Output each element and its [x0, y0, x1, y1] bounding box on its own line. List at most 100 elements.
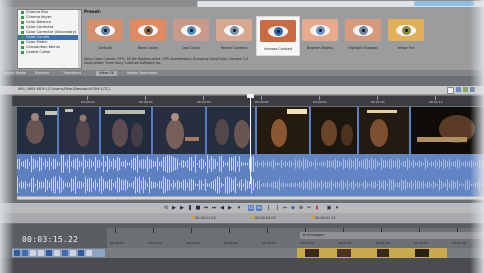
timeline-ruler-label: 00:01:30: [452, 241, 466, 245]
preset-item[interactable]: Warm Colors: [127, 16, 169, 54]
lock-icon: [192, 216, 194, 219]
preset-eye-thumbnail: [130, 19, 166, 41]
selection-start-icon[interactable]: [: [266, 205, 272, 211]
add-to-timeline-icon[interactable]: [456, 87, 461, 92]
tab-video-fx[interactable]: Video FX: [96, 71, 117, 76]
track-fx-icon[interactable]: [14, 250, 20, 256]
plugin-description: Sony Color Curves: OFX, 32-bit floating …: [84, 57, 304, 65]
preset-item[interactable]: Brighten Brights: [299, 16, 341, 54]
trimmer-transport-bar: ⟲ ▶ ▶ ❚ ■ ⏮ ⏭ ◀ ▶ ▾ ▭ ≈ [ ] ⇔ ◆ ⊕ ✂ ▮ ▣ …: [0, 203, 484, 213]
track-mute-icon[interactable]: [30, 250, 36, 256]
loop-region-bar[interactable]: 8 schnappen: [300, 232, 484, 239]
preset-thumbnails: (Default) Warm Colors Cool Colors Reduce Co…: [84, 16, 427, 56]
preset-item[interactable]: Increase Contrast: [256, 16, 300, 56]
track-settings-icon[interactable]: [86, 250, 92, 256]
preset-item[interactable]: Cool Colors: [170, 16, 212, 54]
create-subclip-icon[interactable]: [463, 87, 468, 92]
preset-label: Cool Colors: [181, 46, 200, 50]
marker-icon[interactable]: ▾: [236, 205, 242, 211]
timeline-ruler-tick: [267, 228, 268, 233]
plugin-list[interactable]: Chroma Blur Chroma Keyer Color Balance Colo…: [17, 9, 82, 69]
track-motion-icon[interactable]: [22, 250, 28, 256]
clip-frame: [305, 249, 319, 257]
selection-length-readout: 00:00:41.12: [312, 216, 336, 220]
play-icon[interactable]: ▶: [179, 205, 185, 211]
preset-item[interactable]: Reduce Contrast: [213, 16, 255, 54]
description-line-2: Description: From Sony Creative Software…: [84, 61, 162, 65]
clip-frame: [337, 249, 351, 257]
timeline-video-clip[interactable]: [297, 248, 447, 258]
clip-frame: [415, 249, 429, 257]
timeline-ruler-label: 00:00:20: [186, 241, 200, 245]
preset-eye-thumbnail: [388, 19, 424, 41]
track-expand-icon[interactable]: [54, 250, 60, 256]
preset-item[interactable]: (Default): [84, 16, 126, 54]
snapshot-icon[interactable]: ▣: [326, 205, 332, 211]
tab-transitions[interactable]: Transitions: [60, 71, 84, 76]
preset-eye-thumbnail: [302, 19, 338, 41]
track-level-icon[interactable]: [62, 250, 68, 256]
ruler-label: 00:00:40: [255, 100, 269, 104]
next-frame-icon[interactable]: ▶: [227, 205, 233, 211]
preset-label: Increase Contrast: [263, 47, 293, 51]
track-automation-icon[interactable]: [70, 250, 76, 256]
trimmer-selection-times: 00:00:11.00 00:00:24.00 00:00:41.12: [0, 213, 484, 223]
previous-frame-icon[interactable]: ◀: [219, 205, 225, 211]
trim-icon[interactable]: ✂: [306, 205, 312, 211]
track-solo-icon[interactable]: [38, 250, 44, 256]
audio-only-icon[interactable]: ≈: [256, 205, 262, 211]
left-edge-fade: [0, 0, 14, 273]
timeline-ruler-label: 00:01:20: [414, 241, 428, 245]
add-clip-icon[interactable]: ◆: [290, 205, 296, 211]
apply-button[interactable]: [414, 1, 474, 6]
plugin-icon: [21, 20, 24, 24]
ruler-label: 00:00:50: [313, 100, 327, 104]
trimmer-history-dropdown[interactable]: [447, 87, 454, 94]
timeline-ruler-tick: [115, 228, 116, 233]
trimmer-scroll-thumb[interactable]: [17, 197, 484, 199]
go-to-end-icon[interactable]: ⏭: [211, 205, 217, 211]
plugin-icon: [21, 25, 24, 29]
snap-icon[interactable]: ⇔: [282, 205, 288, 211]
timeline-ruler-label: 00:01:00: [338, 241, 352, 245]
unselected-audio-region: [255, 154, 484, 196]
settings-icon[interactable]: ▾: [334, 205, 340, 211]
tab-media-generators[interactable]: Media Generators: [124, 71, 160, 76]
play-from-start-icon[interactable]: ▶: [171, 205, 177, 211]
ruler-label: 00:01:10: [429, 100, 443, 104]
stop-icon[interactable]: ■: [195, 205, 201, 211]
plugin-icon: [21, 30, 24, 34]
loop-playback-icon[interactable]: ⟲: [163, 205, 169, 211]
track-compositing-mode-icon[interactable]: [78, 250, 84, 256]
ruler-label: 00:01:00: [371, 100, 385, 104]
plugin-list-scrollbar[interactable]: [78, 10, 81, 68]
tab-explorer[interactable]: Explorer: [32, 71, 52, 76]
trimmer-playhead[interactable]: [250, 94, 251, 184]
plugin-icon: [21, 50, 24, 54]
track-composite-icon[interactable]: [46, 250, 52, 256]
preset-item[interactable]: Yellow Tint: [385, 16, 427, 54]
video-only-icon[interactable]: ▭: [248, 205, 254, 211]
trimmer-scrollbar[interactable]: [17, 196, 484, 200]
preset-label: (Default): [97, 46, 113, 50]
window-docking-tabs: Project Media Explorer Transitions Video FX…: [0, 70, 484, 76]
plugin-list-item[interactable]: Cookie Cutter: [18, 50, 81, 55]
preset-item[interactable]: Highlight Shadows: [342, 16, 384, 54]
go-to-start-icon[interactable]: ⏮: [203, 205, 209, 211]
ruler-label: 00:00:20: [139, 100, 153, 104]
loop-region-label: 8 schnappen: [303, 233, 325, 237]
trimmer-selection[interactable]: [17, 107, 255, 154]
region-icon[interactable]: ▮: [314, 205, 320, 211]
ruler-label: 00:00:10: [81, 100, 95, 104]
overwrite-icon[interactable]: ⊕: [298, 205, 304, 211]
timeline-track-area[interactable]: [0, 258, 484, 273]
selection-end-icon[interactable]: ]: [274, 205, 280, 211]
pause-icon[interactable]: ❚: [187, 205, 193, 211]
selection-end-readout: 00:00:24.00: [252, 216, 276, 220]
lock-icon: [312, 216, 314, 219]
timeline-ruler-label: 00:00:00: [110, 241, 124, 245]
selection-start-readout: 00:00:11.00: [192, 216, 216, 220]
trimmer-file-path: MVI_0605.MOV [C:\Users\FMar\Desktop\SONY…: [18, 87, 110, 91]
timeline-ruler-label: 00:00:30: [224, 241, 238, 245]
selection-end-time: 00:00:24.00: [255, 216, 276, 220]
